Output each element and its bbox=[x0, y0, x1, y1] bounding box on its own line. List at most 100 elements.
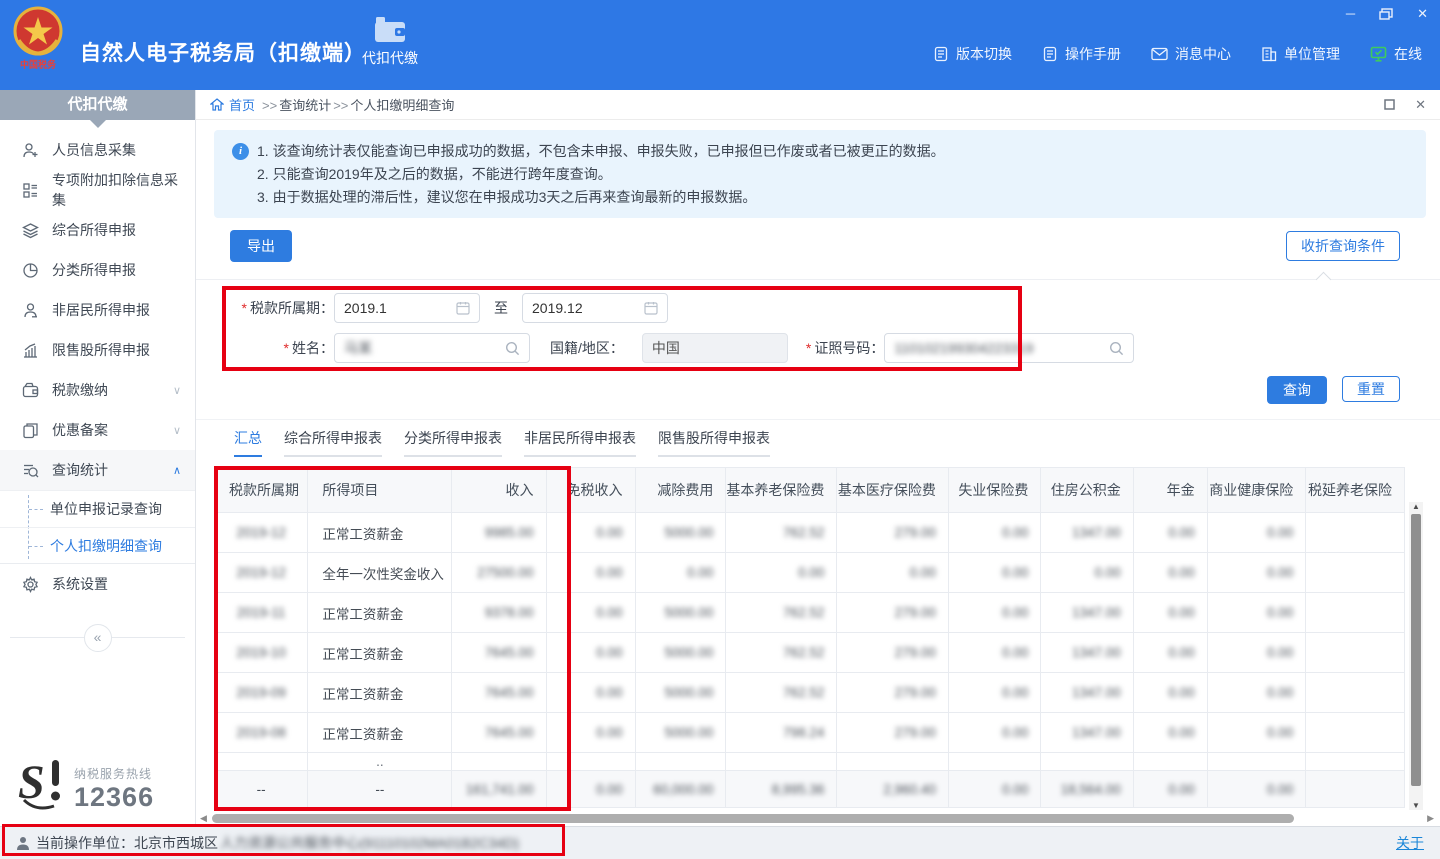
nationality-input: 中国 bbox=[642, 333, 788, 363]
value-blurred: 0.00 bbox=[1267, 782, 1293, 797]
horizontal-scroll-thumb[interactable] bbox=[212, 814, 1294, 823]
column-header-2[interactable]: 所得项目 bbox=[308, 468, 452, 513]
header-menu-item-1[interactable]: 版本切换 bbox=[933, 44, 1012, 64]
main-content: 首页 >>查询统计>>个人扣缴明细查询 ✕ i1. 该查询统计表仅能查询已申报成… bbox=[196, 90, 1440, 826]
column-header-5[interactable]: 减除费用 bbox=[635, 468, 726, 513]
sidebar-item-4[interactable]: 分类所得申报 bbox=[0, 250, 195, 290]
tab-1[interactable]: 汇总 bbox=[234, 428, 262, 457]
tab-4[interactable]: 非居民所得申报表 bbox=[524, 428, 636, 457]
sidebar-item-1[interactable]: 人员信息采集 bbox=[0, 130, 195, 170]
panel-maximize-icon[interactable] bbox=[1384, 99, 1395, 110]
breadcrumb-home[interactable]: 首页 bbox=[229, 95, 255, 114]
person-add-icon bbox=[22, 142, 39, 159]
cell-value: 0.00 bbox=[1207, 713, 1306, 753]
header-menu-item-4[interactable]: 单位管理 bbox=[1261, 44, 1340, 64]
header-menu-item-3[interactable]: 消息中心 bbox=[1151, 44, 1231, 64]
current-unit-visible: 北京市西城区 bbox=[134, 833, 218, 853]
scroll-right-arrow[interactable]: ▶ bbox=[1427, 813, 1434, 824]
sidebar-item-2[interactable]: 专项附加扣除信息采集 bbox=[0, 170, 195, 210]
sidebar-item-7[interactable]: 税款缴纳∨ bbox=[0, 370, 195, 410]
cell-value: 0.00 bbox=[948, 553, 1040, 593]
value-blurred: 0.00 bbox=[596, 782, 622, 797]
scroll-left-arrow[interactable]: ◀ bbox=[200, 813, 207, 824]
header-menu-label: 在线 bbox=[1394, 44, 1422, 64]
vertical-scrollbar[interactable]: ▲ ▼ bbox=[1409, 502, 1423, 810]
horizontal-scrollbar[interactable]: ◀ ▶ bbox=[200, 812, 1434, 825]
cell-value: 0.00 bbox=[948, 633, 1040, 673]
result-table: 税款所属期所得项目收入免税收入减除费用基本养老保险费基本医疗保险费失业保险费住房… bbox=[214, 467, 1405, 808]
tab-2[interactable]: 综合所得申报表 bbox=[284, 428, 382, 457]
breadcrumb-item[interactable]: 个人扣缴明细查询 bbox=[350, 98, 454, 113]
sidebar-collapse-button[interactable]: « bbox=[84, 624, 112, 652]
sidebar-item-6[interactable]: 限售股所得申报 bbox=[0, 330, 195, 370]
reset-button[interactable]: 重置 bbox=[1342, 376, 1400, 402]
close-button[interactable]: ✕ bbox=[1417, 6, 1428, 22]
period-to-input[interactable]: 2019.12 bbox=[522, 293, 668, 323]
summary-value: 161,741.00 bbox=[452, 771, 546, 808]
value-blurred: 0.00 bbox=[596, 525, 622, 540]
scroll-down-arrow[interactable]: ▼ bbox=[1409, 801, 1423, 810]
value-blurred: 161,741.00 bbox=[466, 782, 534, 797]
sidebar-item-9[interactable]: 查询统计∧ bbox=[0, 450, 195, 490]
cell-partial bbox=[1207, 753, 1306, 771]
sidebar-subitem-2[interactable]: 个人扣缴明细查询 bbox=[0, 527, 195, 563]
column-header-1[interactable]: 税款所属期 bbox=[215, 468, 308, 513]
name-input[interactable]: 马某 bbox=[334, 333, 530, 363]
column-header-9[interactable]: 住房公积金 bbox=[1041, 468, 1133, 513]
export-button[interactable]: 导出 bbox=[230, 230, 292, 262]
sidebar-item-8[interactable]: 优惠备案∨ bbox=[0, 410, 195, 450]
query-form-row-person: *姓名： 马某 国籍/地区： 中国 *证照号码： 110102199304223… bbox=[210, 333, 1426, 363]
collapse-query-button[interactable]: 收折查询条件 bbox=[1286, 231, 1400, 261]
search-icon[interactable] bbox=[505, 341, 520, 356]
cell-value: 5000.00 bbox=[635, 513, 726, 553]
home-icon bbox=[210, 98, 224, 111]
column-header-4[interactable]: 免税收入 bbox=[546, 468, 635, 513]
value-blurred: 279.00 bbox=[895, 725, 936, 740]
sidebar-item-3[interactable]: 综合所得申报 bbox=[0, 210, 195, 250]
column-header-6[interactable]: 基本养老保险费 bbox=[726, 468, 837, 513]
table-row: 2019-11正常工资薪金9378.000.005000.00762.52279… bbox=[215, 593, 1405, 633]
header-menu-item-5[interactable]: 在线 bbox=[1370, 44, 1422, 64]
tab-withholding-module[interactable]: 代扣代缴 bbox=[352, 16, 428, 68]
minimize-button[interactable]: ─ bbox=[1346, 6, 1355, 22]
search-icon[interactable] bbox=[1109, 341, 1124, 356]
value-blurred: 0.00 bbox=[1168, 725, 1194, 740]
summary-value: 18,564.00 bbox=[1041, 771, 1133, 808]
tab-3[interactable]: 分类所得申报表 bbox=[404, 428, 502, 457]
column-header-10[interactable]: 年金 bbox=[1133, 468, 1207, 513]
period-to-label: 至 bbox=[494, 298, 508, 318]
column-header-3[interactable]: 收入 bbox=[452, 468, 546, 513]
wallet-icon bbox=[374, 16, 406, 43]
scroll-up-arrow[interactable]: ▲ bbox=[1409, 502, 1423, 511]
person-icon bbox=[16, 836, 30, 851]
sidebar-item-5[interactable]: 非居民所得申报 bbox=[0, 290, 195, 330]
tab-5[interactable]: 限售股所得申报表 bbox=[658, 428, 770, 457]
value-blurred: 0.00 bbox=[687, 565, 713, 580]
summary-item: -- bbox=[308, 771, 452, 808]
restore-button[interactable] bbox=[1379, 8, 1393, 20]
value-blurred: 0.00 bbox=[1168, 645, 1194, 660]
column-header-11[interactable]: 商业健康保险 bbox=[1207, 468, 1306, 513]
query-button[interactable]: 查询 bbox=[1267, 376, 1327, 404]
vertical-scroll-thumb[interactable] bbox=[1411, 514, 1421, 786]
header-menu-item-2[interactable]: 操作手册 bbox=[1042, 44, 1121, 64]
value-blurred: 0.00 bbox=[1267, 725, 1293, 740]
column-header-8[interactable]: 失业保险费 bbox=[948, 468, 1040, 513]
sidebar-item-label: 系统设置 bbox=[52, 574, 108, 594]
sidebar-subitem-1[interactable]: 单位申报记录查询 bbox=[0, 491, 195, 527]
document-icon bbox=[1042, 46, 1058, 62]
value-blurred: 0.00 bbox=[1002, 565, 1028, 580]
column-header-7[interactable]: 基本医疗保险费 bbox=[837, 468, 949, 513]
sidebar-item-10[interactable]: 系统设置 bbox=[0, 564, 195, 604]
value-blurred: 279.00 bbox=[895, 605, 936, 620]
about-link[interactable]: 关于 bbox=[1396, 833, 1424, 853]
period-from-input[interactable]: 2019.1 bbox=[334, 293, 480, 323]
id-number-input[interactable]: 110102199304223319 bbox=[884, 333, 1134, 363]
breadcrumb-item[interactable]: 查询统计 bbox=[279, 98, 331, 113]
person-icon bbox=[22, 302, 39, 319]
cell-income-item: 全年一次性奖金收入 bbox=[308, 553, 452, 593]
value-blurred: 0.00 bbox=[596, 565, 622, 580]
panel-close-icon[interactable]: ✕ bbox=[1415, 97, 1426, 113]
column-header-12[interactable]: 税延养老保险 bbox=[1306, 468, 1405, 513]
value-blurred: 1347.00 bbox=[1072, 605, 1121, 620]
